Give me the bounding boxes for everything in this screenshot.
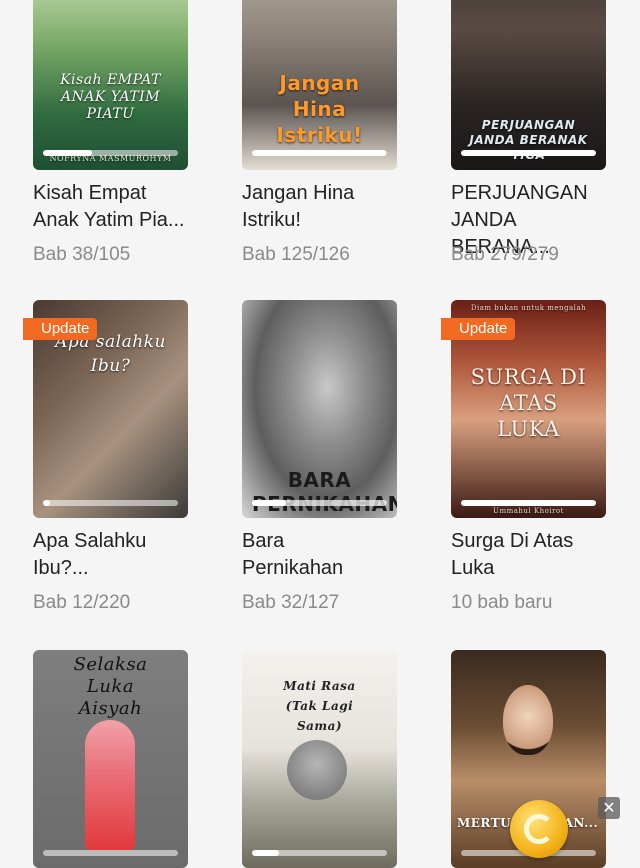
book-cover[interactable]: Jangan Hina Istriku! [242,0,397,170]
book-title-line: Ibu?... [33,557,89,579]
book-cover[interactable]: Kisah EMPAT ANAK YATIM PIATU NOFRYNA MAS… [33,0,188,170]
cover-figure [287,740,347,800]
book-cover[interactable]: PERJUANGAN JANDA BERANAK TIGA [451,0,606,170]
reading-progress-fill [252,500,286,506]
book-cover[interactable]: Mati Rasa (Tak Lagi Sama) [242,650,397,868]
cover-title: Selaksa Luka Aisyah [73,654,148,719]
cover-tagline: Diam bukan untuk mengalah [470,304,587,312]
cover-figure [503,685,553,755]
book-cover[interactable]: BARA PERNIKAHAN [242,300,397,518]
update-badge: Update [23,318,98,340]
book-title-line: Surga Di Atas [451,530,574,552]
reading-progress-fill [461,500,596,506]
book-title-line: Kisah Empat [33,182,147,204]
book-title-line: Jangan Hina [242,182,355,204]
book-title-line: Luka [451,557,495,579]
cover-figure [85,720,135,850]
chapter-progress: Bab 32/127 [242,592,340,613]
reading-progress-fill [461,150,596,156]
chapter-progress: Bab 12/220 [33,592,131,613]
chapter-progress: 10 bab baru [451,592,553,613]
reading-progress-bar [252,500,387,506]
reading-progress-fill [43,150,92,156]
chapter-progress: Bab 125/126 [242,244,350,265]
book-title-line: Anak Yatim Pia... [33,209,185,231]
reading-progress-bar [43,500,178,506]
book-title-line: PERJUANGAN [451,182,588,204]
cover-title: SURGA DI ATAS LUKA [470,365,587,441]
reading-progress-bar [461,150,596,156]
book-title-line: Pernikahan [242,557,344,579]
book-title[interactable]: Apa Salahku Ibu?... [33,528,198,582]
chapter-progress: Bab 38/105 [33,244,131,265]
coin-symbol [524,814,554,844]
chapter-progress: Bab 279/279 [451,244,559,265]
cover-title: Kisah EMPAT ANAK YATIM PIATU [60,72,161,122]
update-badge: Update [441,318,516,340]
reading-progress-fill [252,150,386,156]
reading-progress-fill [252,850,279,856]
cover-title: BARA PERNIKAHAN [252,468,397,516]
book-title[interactable]: Bara Pernikahan [242,528,407,582]
book-title[interactable]: Kisah Empat Anak Yatim Pia... [33,180,198,234]
book-title-line: Istriku! [242,209,301,231]
reading-progress-bar [43,150,178,156]
reading-progress-bar [43,850,178,856]
reading-progress-bar [252,150,387,156]
close-icon[interactable]: ✕ [598,797,620,819]
reading-progress-fill [43,500,50,506]
cover-title: Mati Rasa (Tak Lagi Sama) [283,679,356,733]
reading-progress-bar [252,850,387,856]
book-cover[interactable]: Selaksa Luka Aisyah [33,650,188,868]
cover-title: Jangan Hina Istriku! [276,71,363,147]
coin-reward-icon[interactable] [510,800,568,858]
book-title[interactable]: Jangan Hina Istriku! [242,180,407,234]
reading-progress-bar [461,500,596,506]
book-title[interactable]: Surga Di Atas Luka [451,528,616,582]
cover-title: PERJUANGAN JANDA BERANAK TIGA [469,118,588,162]
book-title-line: Apa Salahku [33,530,147,552]
book-title-line: Bara [242,530,285,552]
